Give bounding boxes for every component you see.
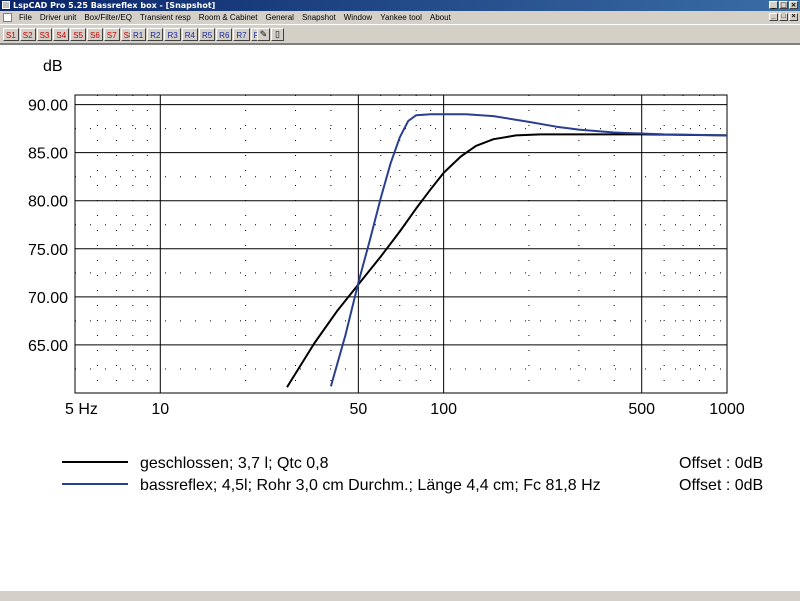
x-tick-label: 100 — [430, 401, 457, 418]
toolbar-button-r7[interactable]: R7 — [233, 28, 250, 41]
menu-about[interactable]: About — [426, 11, 455, 24]
toolbar-button-r4[interactable]: R4 — [181, 28, 198, 41]
print-icon[interactable]: ▯ — [271, 28, 284, 41]
menu-room-cabinet[interactable]: Room & Cabinet — [195, 11, 262, 24]
plot-window: 5 Hz 10 50 100 500 1000 90.00 85.00 80.00 75.00 70… — [0, 44, 800, 591]
y-tick-label: 90.00 — [28, 98, 68, 115]
legend-entry-1: bassreflex; 4,5l; Rohr 3,0 cm Durchm.; L… — [140, 477, 601, 494]
menu-items: File Driver unit Box/Filter/EQ Transient re… — [15, 11, 455, 24]
app-icon[interactable] — [2, 1, 10, 9]
toolbar-button-r3[interactable]: R3 — [164, 28, 181, 41]
response-buttons: R1R2R3R4R5R6R7R8 — [130, 28, 268, 41]
x-tick-label: 5 Hz — [65, 401, 98, 418]
mdi-restore-icon[interactable]: □ — [779, 13, 788, 21]
toolbar-button-s5[interactable]: S5 — [70, 28, 86, 41]
plot-frame — [74, 94, 728, 394]
x-tick-label: 50 — [349, 401, 367, 418]
frequency-response-chart: 5 Hz 10 50 100 500 1000 90.00 85.00 80.00 75.00 70… — [28, 58, 763, 494]
toolbar-button-r5[interactable]: R5 — [198, 28, 216, 41]
menu-transient-resp[interactable]: Transient resp — [136, 11, 195, 24]
y-tick-label: 85.00 — [28, 146, 68, 163]
mdi-close-icon[interactable]: × — [789, 13, 798, 21]
menu-driver-unit[interactable]: Driver unit — [36, 11, 80, 24]
toolbar-button-s2[interactable]: S2 — [19, 28, 36, 41]
toolbar-button-s1[interactable]: S1 — [3, 28, 19, 41]
toolbar-button-s6[interactable]: S6 — [86, 28, 103, 41]
mdi-minimize-icon[interactable]: _ — [769, 13, 778, 21]
series-lines — [286, 113, 728, 388]
legend-offset-1: Offset : 0dB — [679, 477, 763, 494]
toolbar-button-s7[interactable]: S7 — [103, 28, 120, 41]
toolbar-button-r6[interactable]: R6 — [216, 28, 233, 41]
menu-yankee-tool[interactable]: Yankee tool — [376, 11, 426, 24]
x-tick-label: 500 — [628, 401, 655, 418]
y-tick-label: 65.00 — [28, 338, 68, 355]
window-controls: _ □ × — [769, 1, 798, 9]
toolbar: S1S2S3S4S5S6S7S8 R1R2R3R4R5R6R7R8 ✎ ▯ — [0, 24, 800, 44]
x-tick-label: 10 — [151, 401, 169, 418]
menu-window[interactable]: Window — [340, 11, 376, 24]
legend: geschlossen; 3,7 l; Qtc 0,8 Offset : 0dB b… — [62, 455, 763, 494]
tick-labels: 5 Hz 10 50 100 500 1000 90.00 85.00 80.00 75.00 70… — [28, 98, 745, 418]
snapshot-buttons: S1 S2 S3 S4 S5 S6 S7 S8 — [3, 28, 137, 41]
toolbar-button-r2[interactable]: R2 — [147, 28, 164, 41]
tool-icons: ✎ ▯ — [257, 28, 285, 41]
y-tick-label: 75.00 — [28, 242, 68, 259]
wand-icon[interactable]: ✎ — [257, 28, 270, 41]
y-tick-label: 80.00 — [28, 194, 68, 211]
menu-snapshot[interactable]: Snapshot — [298, 11, 340, 24]
title-bar: LspCAD Pro 5.25 Bassreflex box - [Snapsh… — [0, 0, 800, 11]
window-title: LspCAD Pro 5.25 Bassreflex box - [Snapsh… — [13, 1, 216, 10]
menu-box-filter-eq[interactable]: Box/Filter/EQ — [80, 11, 136, 24]
x-tick-label: 1000 — [709, 401, 745, 418]
minimize-icon[interactable]: _ — [769, 1, 778, 9]
series-line-0 — [286, 133, 728, 388]
menu-bar: File Driver unit Box/Filter/EQ Transient re… — [0, 11, 800, 24]
toolbar-button-r1[interactable]: R1 — [130, 28, 147, 41]
menu-general[interactable]: General — [261, 11, 297, 24]
close-icon[interactable]: × — [789, 1, 798, 9]
toolbar-button-s4[interactable]: S4 — [53, 28, 70, 41]
mdi-controls: _ □ × — [769, 13, 798, 21]
document-icon[interactable] — [3, 13, 12, 22]
y-axis-label: dB — [43, 58, 63, 75]
y-tick-label: 70.00 — [28, 290, 68, 307]
menu-file[interactable]: File — [15, 11, 36, 24]
plot-border — [74, 94, 728, 394]
toolbar-button-s3[interactable]: S3 — [36, 28, 53, 41]
legend-entry-0: geschlossen; 3,7 l; Qtc 0,8 — [140, 455, 329, 472]
legend-offset-0: Offset : 0dB — [679, 455, 763, 472]
status-bar — [0, 590, 800, 601]
maximize-icon[interactable]: □ — [779, 1, 788, 9]
grid — [74, 95, 728, 393]
